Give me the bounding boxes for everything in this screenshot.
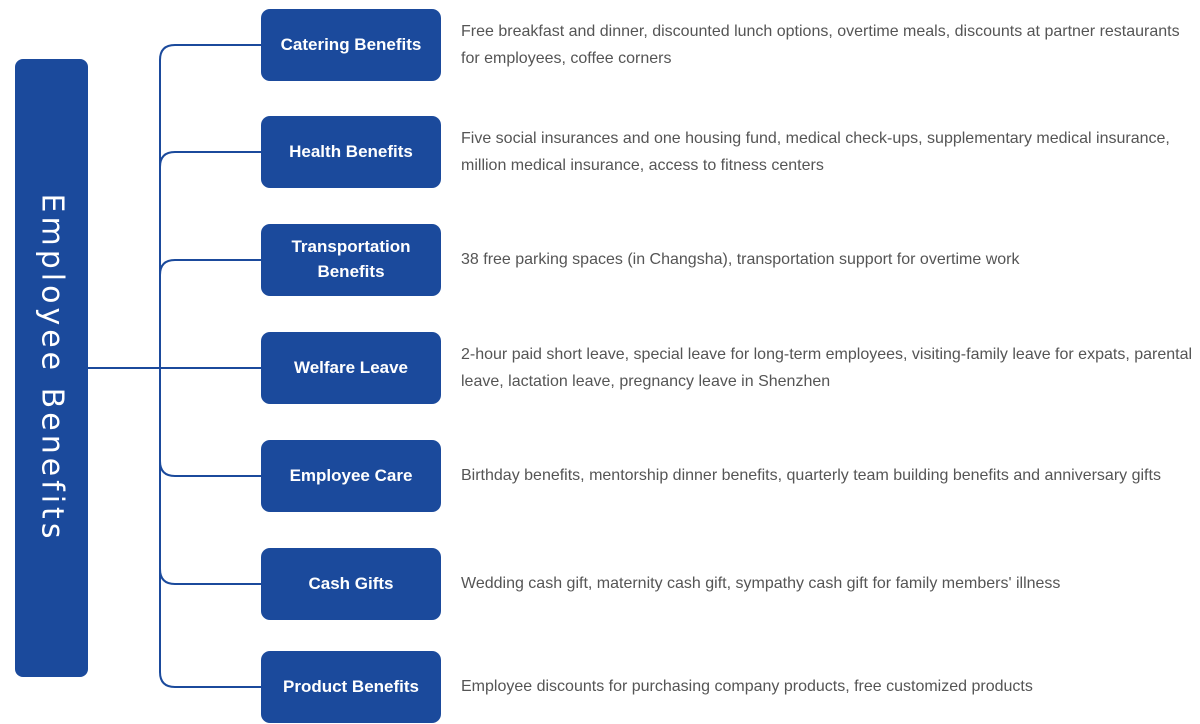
description-text: Employee discounts for purchasing compan… — [461, 678, 1033, 696]
description-product-benefits: Employee discounts for purchasing compan… — [461, 651, 1196, 723]
description-text: Five social insurances and one housing f… — [461, 129, 1170, 174]
branch-product-benefits: Product Benefits — [261, 651, 441, 723]
branch-catering-benefits: Catering Benefits — [261, 9, 441, 81]
connector-employee-care — [159, 460, 262, 477]
branch-health-benefits: Health Benefits — [261, 116, 441, 188]
root-label: Employee Benefits — [34, 193, 69, 543]
description-text: 2-hour paid short leave, special leave f… — [461, 345, 1193, 390]
description-text: Birthday benefits, mentorship dinner ben… — [461, 467, 1161, 485]
branch-transportation-benefits: Transportation Benefits — [261, 224, 441, 296]
description-cash-gifts: Wedding cash gift, maternity cash gift, … — [461, 548, 1196, 620]
description-transportation-benefits: 38 free parking spaces (in Changsha), tr… — [461, 224, 1196, 296]
description-health-benefits: Five social insurances and one housing f… — [461, 116, 1196, 188]
description-catering-benefits: Free breakfast and dinner, discounted lu… — [461, 9, 1196, 81]
connector-cash-gifts — [159, 568, 262, 585]
connector-transportation-benefits — [159, 259, 262, 276]
branch-welfare-leave: Welfare Leave — [261, 332, 441, 404]
connector-health-benefits — [159, 151, 262, 168]
description-text: Free breakfast and dinner, discounted lu… — [461, 22, 1180, 67]
description-employee-care: Birthday benefits, mentorship dinner ben… — [461, 440, 1196, 512]
connector-product-benefits — [159, 671, 262, 688]
branch-employee-care: Employee Care — [261, 440, 441, 512]
connector-catering-benefits — [159, 44, 262, 61]
root-node: Employee Benefits — [15, 59, 88, 677]
description-welfare-leave: 2-hour paid short leave, special leave f… — [461, 332, 1196, 404]
description-text: Wedding cash gift, maternity cash gift, … — [461, 575, 1061, 593]
branch-cash-gifts: Cash Gifts — [261, 548, 441, 620]
description-text: 38 free parking spaces (in Changsha), tr… — [461, 251, 1020, 269]
